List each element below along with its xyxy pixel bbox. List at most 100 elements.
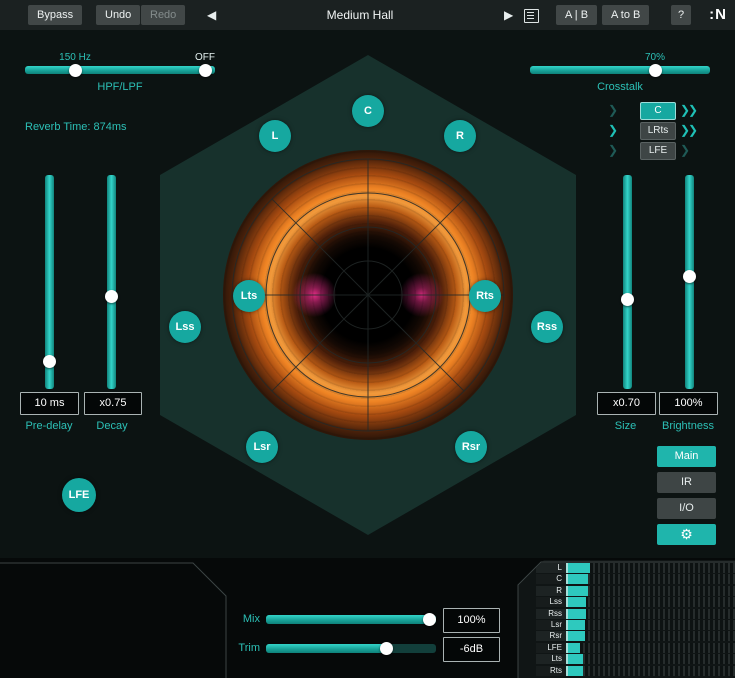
meter-panel: LCRLss RssLsrRsr LFELts Rts	[518, 560, 735, 678]
trim-handle[interactable]	[380, 642, 393, 655]
trim-fill	[266, 644, 385, 653]
routing-row-lfe: ❯ LFE ❯	[596, 142, 706, 160]
size-handle[interactable]	[621, 293, 634, 306]
channel-node-rts[interactable]: Rts	[469, 280, 501, 312]
hpf-value-label: 150 Hz	[50, 52, 100, 63]
channel-node-lfe[interactable]: LFE	[62, 478, 96, 512]
nugen-logo-icon: :N	[709, 6, 727, 23]
meter-row: Lss	[536, 597, 735, 607]
crosstalk-handle[interactable]	[649, 64, 662, 77]
meter-channel-label: Lss	[536, 597, 566, 607]
brightness-value[interactable]: 100%	[659, 392, 718, 415]
routing-button-c[interactable]: C	[640, 102, 676, 120]
crosstalk-value-label: 70%	[635, 52, 675, 63]
meter-channel-label: C	[536, 574, 566, 584]
mix-label: Mix	[230, 613, 260, 625]
hpf-handle[interactable]	[69, 64, 82, 77]
crosstalk-slider[interactable]	[530, 66, 710, 74]
meter-fill	[568, 654, 583, 664]
meter-bar	[566, 586, 735, 596]
previous-preset-icon[interactable]: ◀	[207, 7, 216, 23]
channel-node-c[interactable]: C	[352, 95, 384, 127]
meter-fill	[568, 609, 586, 619]
meter-row: L	[536, 563, 735, 573]
meter-row: Lts	[536, 654, 735, 664]
meter-bar	[566, 574, 735, 584]
settings-gear-icon[interactable]: ⚙	[657, 524, 716, 545]
trim-slider[interactable]	[266, 644, 436, 653]
meter-row: LFE	[536, 643, 735, 653]
routing-in-icon[interactable]: ❯	[608, 123, 616, 137]
lpf-value-label: OFF	[185, 52, 225, 63]
predelay-label: Pre-delay	[14, 420, 84, 432]
reverb-hexagon-display	[160, 55, 576, 535]
mix-slider[interactable]	[266, 615, 436, 624]
help-button[interactable]: ?	[671, 5, 691, 25]
routing-row-lrts: ❯ LRts ❯❯	[596, 122, 706, 140]
meter-row: Lsr	[536, 620, 735, 630]
meter-bar	[566, 620, 735, 630]
decay-value[interactable]: x0.75	[84, 392, 142, 415]
decay-handle[interactable]	[105, 290, 118, 303]
reverb-time-readout: Reverb Time: 874ms	[25, 121, 126, 133]
size-value[interactable]: x0.70	[597, 392, 656, 415]
decay-slider[interactable]	[107, 175, 116, 389]
decay-label: Decay	[84, 420, 140, 432]
tab-main[interactable]: Main	[657, 446, 716, 467]
meter-fill	[568, 586, 588, 596]
meter-bar	[566, 563, 735, 573]
channel-node-lss[interactable]: Lss	[169, 311, 201, 343]
channel-node-lsr[interactable]: Lsr	[246, 431, 278, 463]
meter-fill	[568, 620, 585, 630]
ab-compare-button[interactable]: A | B	[556, 5, 597, 25]
undo-button[interactable]: Undo	[96, 5, 140, 25]
meter-channel-label: Rts	[536, 666, 566, 676]
bypass-button[interactable]: Bypass	[28, 5, 82, 25]
tab-ir[interactable]: IR	[657, 472, 716, 493]
channel-node-rss[interactable]: Rss	[531, 311, 563, 343]
channel-node-lts[interactable]: Lts	[233, 280, 265, 312]
tab-io[interactable]: I/O	[657, 498, 716, 519]
meter-channel-label: Lts	[536, 654, 566, 664]
routing-in-icon[interactable]: ❯	[608, 143, 616, 157]
routing-out-icon[interactable]: ❯❯	[680, 123, 696, 137]
meter-channel-label: Lsr	[536, 620, 566, 630]
routing-in-icon[interactable]: ❯	[608, 103, 616, 117]
brightness-handle[interactable]	[683, 270, 696, 283]
routing-out-icon[interactable]: ❯	[680, 143, 688, 157]
meter-channel-label: R	[536, 586, 566, 596]
redo-button[interactable]: Redo	[141, 5, 185, 25]
hpf-lpf-slider[interactable]	[25, 66, 215, 74]
routing-button-lfe[interactable]: LFE	[640, 142, 676, 160]
channel-node-rsr[interactable]: Rsr	[455, 431, 487, 463]
a-to-b-button[interactable]: A to B	[602, 5, 649, 25]
channel-node-r[interactable]: R	[444, 120, 476, 152]
meter-channel-label: L	[536, 563, 566, 573]
mix-fill	[266, 615, 436, 624]
mix-handle[interactable]	[423, 613, 436, 626]
next-preset-icon[interactable]: ▶	[504, 7, 513, 23]
meter-bar	[566, 609, 735, 619]
meter-bar	[566, 597, 735, 607]
routing-button-lrts[interactable]: LRts	[640, 122, 676, 140]
meter-row: Rsr	[536, 631, 735, 641]
size-slider[interactable]	[623, 175, 632, 389]
predelay-handle[interactable]	[43, 355, 56, 368]
meter-bar	[566, 666, 735, 676]
preset-name[interactable]: Medium Hall	[280, 8, 440, 22]
meter-fill	[568, 643, 580, 653]
trim-value[interactable]: -6dB	[443, 637, 500, 662]
routing-row-c: ❯ C ❯❯	[596, 102, 706, 120]
channel-node-l[interactable]: L	[259, 120, 291, 152]
meter-row: Rss	[536, 609, 735, 619]
routing-out-icon[interactable]: ❯❯	[680, 103, 696, 117]
predelay-value[interactable]: 10 ms	[20, 392, 79, 415]
meter-row: Rts	[536, 666, 735, 676]
lpf-handle[interactable]	[199, 64, 212, 77]
hpf-lpf-label: HPF/LPF	[70, 81, 170, 93]
viz-grid	[160, 55, 576, 535]
meter-fill	[568, 631, 585, 641]
meter-bar	[566, 654, 735, 664]
mix-value[interactable]: 100%	[443, 608, 500, 633]
preset-list-icon[interactable]	[524, 9, 539, 23]
